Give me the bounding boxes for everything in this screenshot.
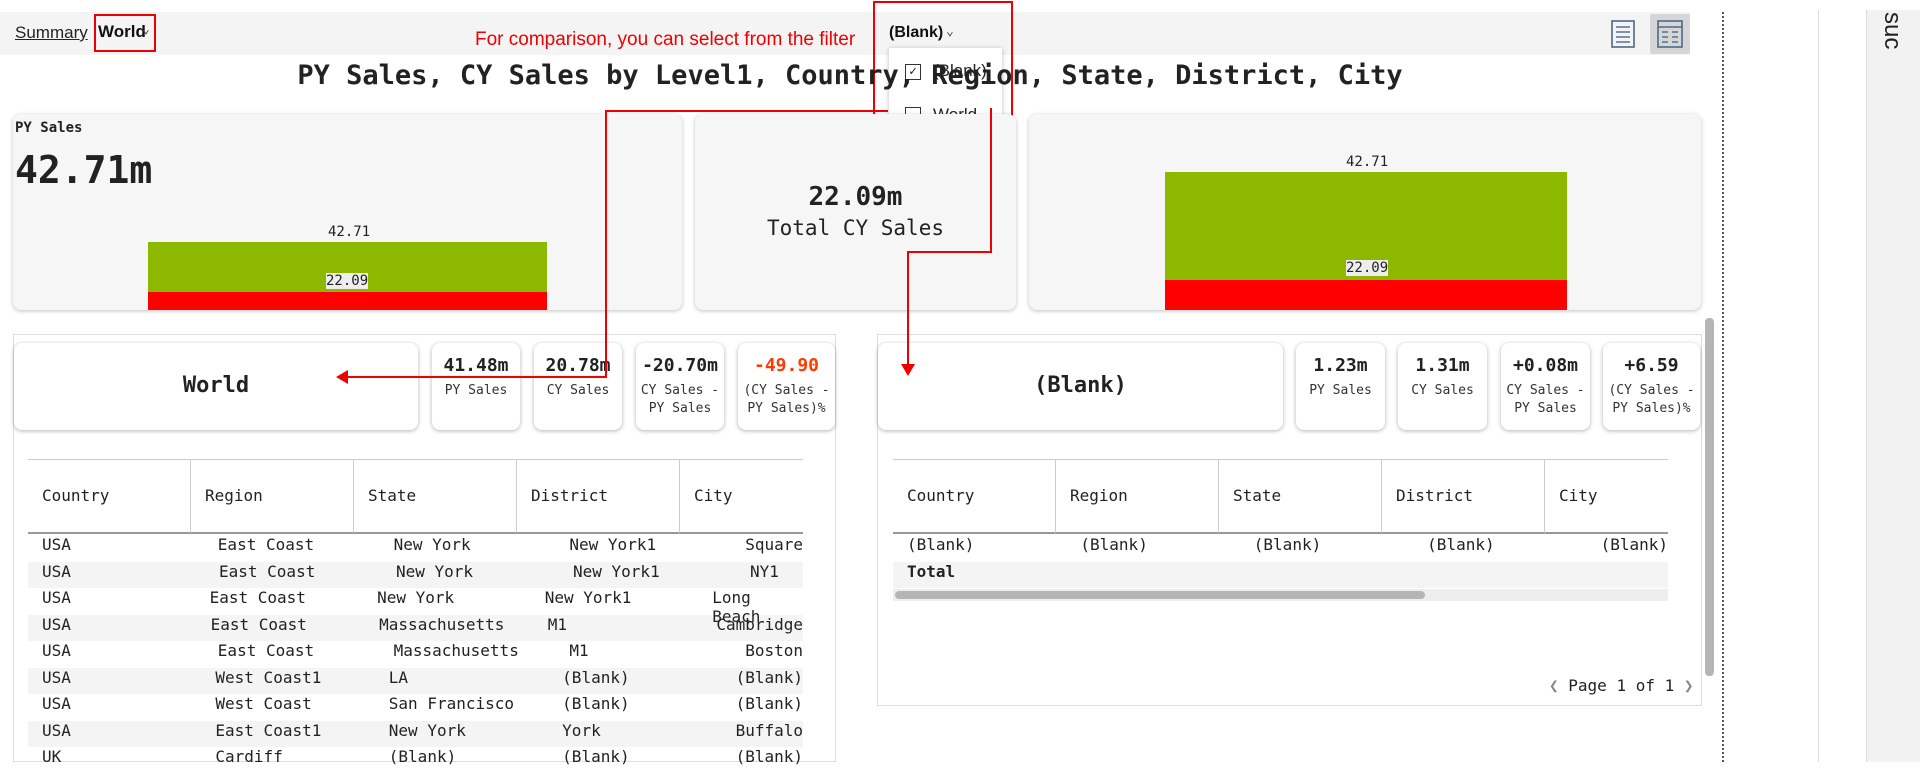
annotation-arrow-line — [345, 376, 607, 378]
side-pane-title: suc — [1879, 12, 1906, 50]
annotation-note: For comparison, you can select from the … — [475, 29, 856, 50]
py-bar-red — [148, 292, 547, 310]
pane-divider — [1722, 12, 1724, 762]
scrollbar-thumb[interactable] — [895, 591, 1425, 599]
col-header-country[interactable]: Country — [907, 486, 974, 505]
bar-bottom-label: 22.09 — [1346, 260, 1389, 276]
world-kpi-cy-sales: 20.78m CY Sales — [534, 343, 622, 430]
arrow-left-icon — [336, 370, 348, 384]
cy-sales-value: 22.09m — [808, 182, 903, 212]
world-table-body: USA East Coast New York New York1 Square USA… — [28, 535, 803, 774]
pager-prev-icon[interactable]: ❮ — [1549, 676, 1559, 695]
col-header-district[interactable]: District — [1396, 486, 1473, 505]
blank-table-body: (Blank) (Blank) (Blank) (Blank) (Blank) Tota… — [893, 535, 1668, 588]
table-row[interactable]: (Blank) (Blank) (Blank) (Blank) (Blank) — [893, 535, 1668, 562]
chevron-down-icon[interactable]: ⌄ — [142, 22, 150, 37]
annotation-arrow-line — [907, 251, 992, 253]
table-row[interactable]: USA East Coast Massachusetts M1 Cambridge — [28, 614, 803, 641]
blank-kpi-cy-sales: 1.31m CY Sales — [1398, 343, 1487, 430]
py-bar-top-label: 42.71 — [328, 224, 371, 240]
list-view-icon[interactable] — [1603, 14, 1643, 54]
world-filter-button[interactable]: World — [98, 22, 146, 42]
cy-sales-label: Total CY Sales — [766, 216, 944, 240]
blank-name: (Blank) — [1034, 373, 1127, 398]
annotation-arrow-line — [605, 110, 888, 112]
py-sales-card-title: PY Sales — [15, 120, 83, 136]
pager-next-icon[interactable]: ❯ — [1684, 676, 1694, 695]
table-row[interactable]: USA West Coast1 LA (Blank) (Blank) — [28, 667, 803, 694]
py-bar-bottom-label: 22.09 — [326, 273, 369, 289]
table-row[interactable]: USA West Coast San Francisco (Blank) (Blank) — [28, 694, 803, 721]
table-row[interactable]: USA East Coast Massachusetts M1 Boston — [28, 641, 803, 668]
col-header-country[interactable]: Country — [42, 486, 109, 505]
bar-top-label: 42.71 — [1346, 154, 1389, 170]
chevron-down-icon[interactable]: ⌄ — [946, 24, 954, 39]
table-row[interactable]: UK Cardiff (Blank) (Blank) (Blank) — [28, 747, 803, 774]
horizontal-scrollbar[interactable] — [893, 589, 1668, 601]
arrow-down-icon — [901, 364, 915, 376]
col-header-region[interactable]: Region — [205, 486, 263, 505]
world-name-card: World — [14, 343, 418, 430]
table-row[interactable]: USA East Coast New York New York1 Square — [28, 535, 803, 562]
blank-name-card: (Blank) — [878, 343, 1283, 430]
annotation-arrow-line — [907, 251, 909, 366]
pager-label: Page 1 of 1 — [1568, 676, 1675, 695]
side-pane — [1866, 10, 1920, 762]
pager: ❮ Page 1 of 1 ❯ — [1549, 676, 1694, 695]
table-row[interactable]: USA East Coast New York New York1 NY1 — [28, 561, 803, 588]
page-title: PY Sales, CY Sales by Level1, Country, R… — [297, 60, 1403, 91]
annotation-arrow-line — [990, 108, 992, 253]
vertical-scrollbar-thumb[interactable] — [1705, 318, 1714, 676]
blank-kpi-diff: +0.08m CY Sales - PY Sales — [1501, 343, 1590, 430]
blank-kpi-py-sales: 1.23m PY Sales — [1296, 343, 1385, 430]
blank-kpi-pct: +6.59 (CY Sales - PY Sales)% — [1603, 343, 1700, 430]
bar-red — [1165, 280, 1567, 310]
col-header-state[interactable]: State — [368, 486, 416, 505]
col-header-city[interactable]: City — [694, 486, 733, 505]
col-header-state[interactable]: State — [1233, 486, 1281, 505]
cy-sales-card: 22.09m Total CY Sales — [695, 114, 1016, 310]
col-header-city[interactable]: City — [1559, 486, 1598, 505]
table-row[interactable]: USA East Coast New York New York1 Long Beach — [28, 588, 803, 626]
col-header-region[interactable]: Region — [1070, 486, 1128, 505]
world-kpi-diff: -20.70m CY Sales - PY Sales — [636, 343, 724, 430]
world-kpi-py-sales: 41.48m PY Sales — [432, 343, 520, 430]
world-kpi-pct: -49.90 (CY Sales - PY Sales)% — [738, 343, 835, 430]
summary-link[interactable]: Summary — [15, 23, 88, 43]
col-header-district[interactable]: District — [531, 486, 608, 505]
table-row[interactable]: USA East Coast1 New York York Buffalo — [28, 720, 803, 747]
blank-filter-button[interactable]: (Blank) — [889, 24, 943, 42]
py-sales-value: 42.71m — [15, 148, 153, 192]
annotation-arrow-line — [605, 110, 607, 378]
grid-view-icon[interactable] — [1650, 14, 1690, 54]
total-row: Total — [893, 561, 1668, 588]
